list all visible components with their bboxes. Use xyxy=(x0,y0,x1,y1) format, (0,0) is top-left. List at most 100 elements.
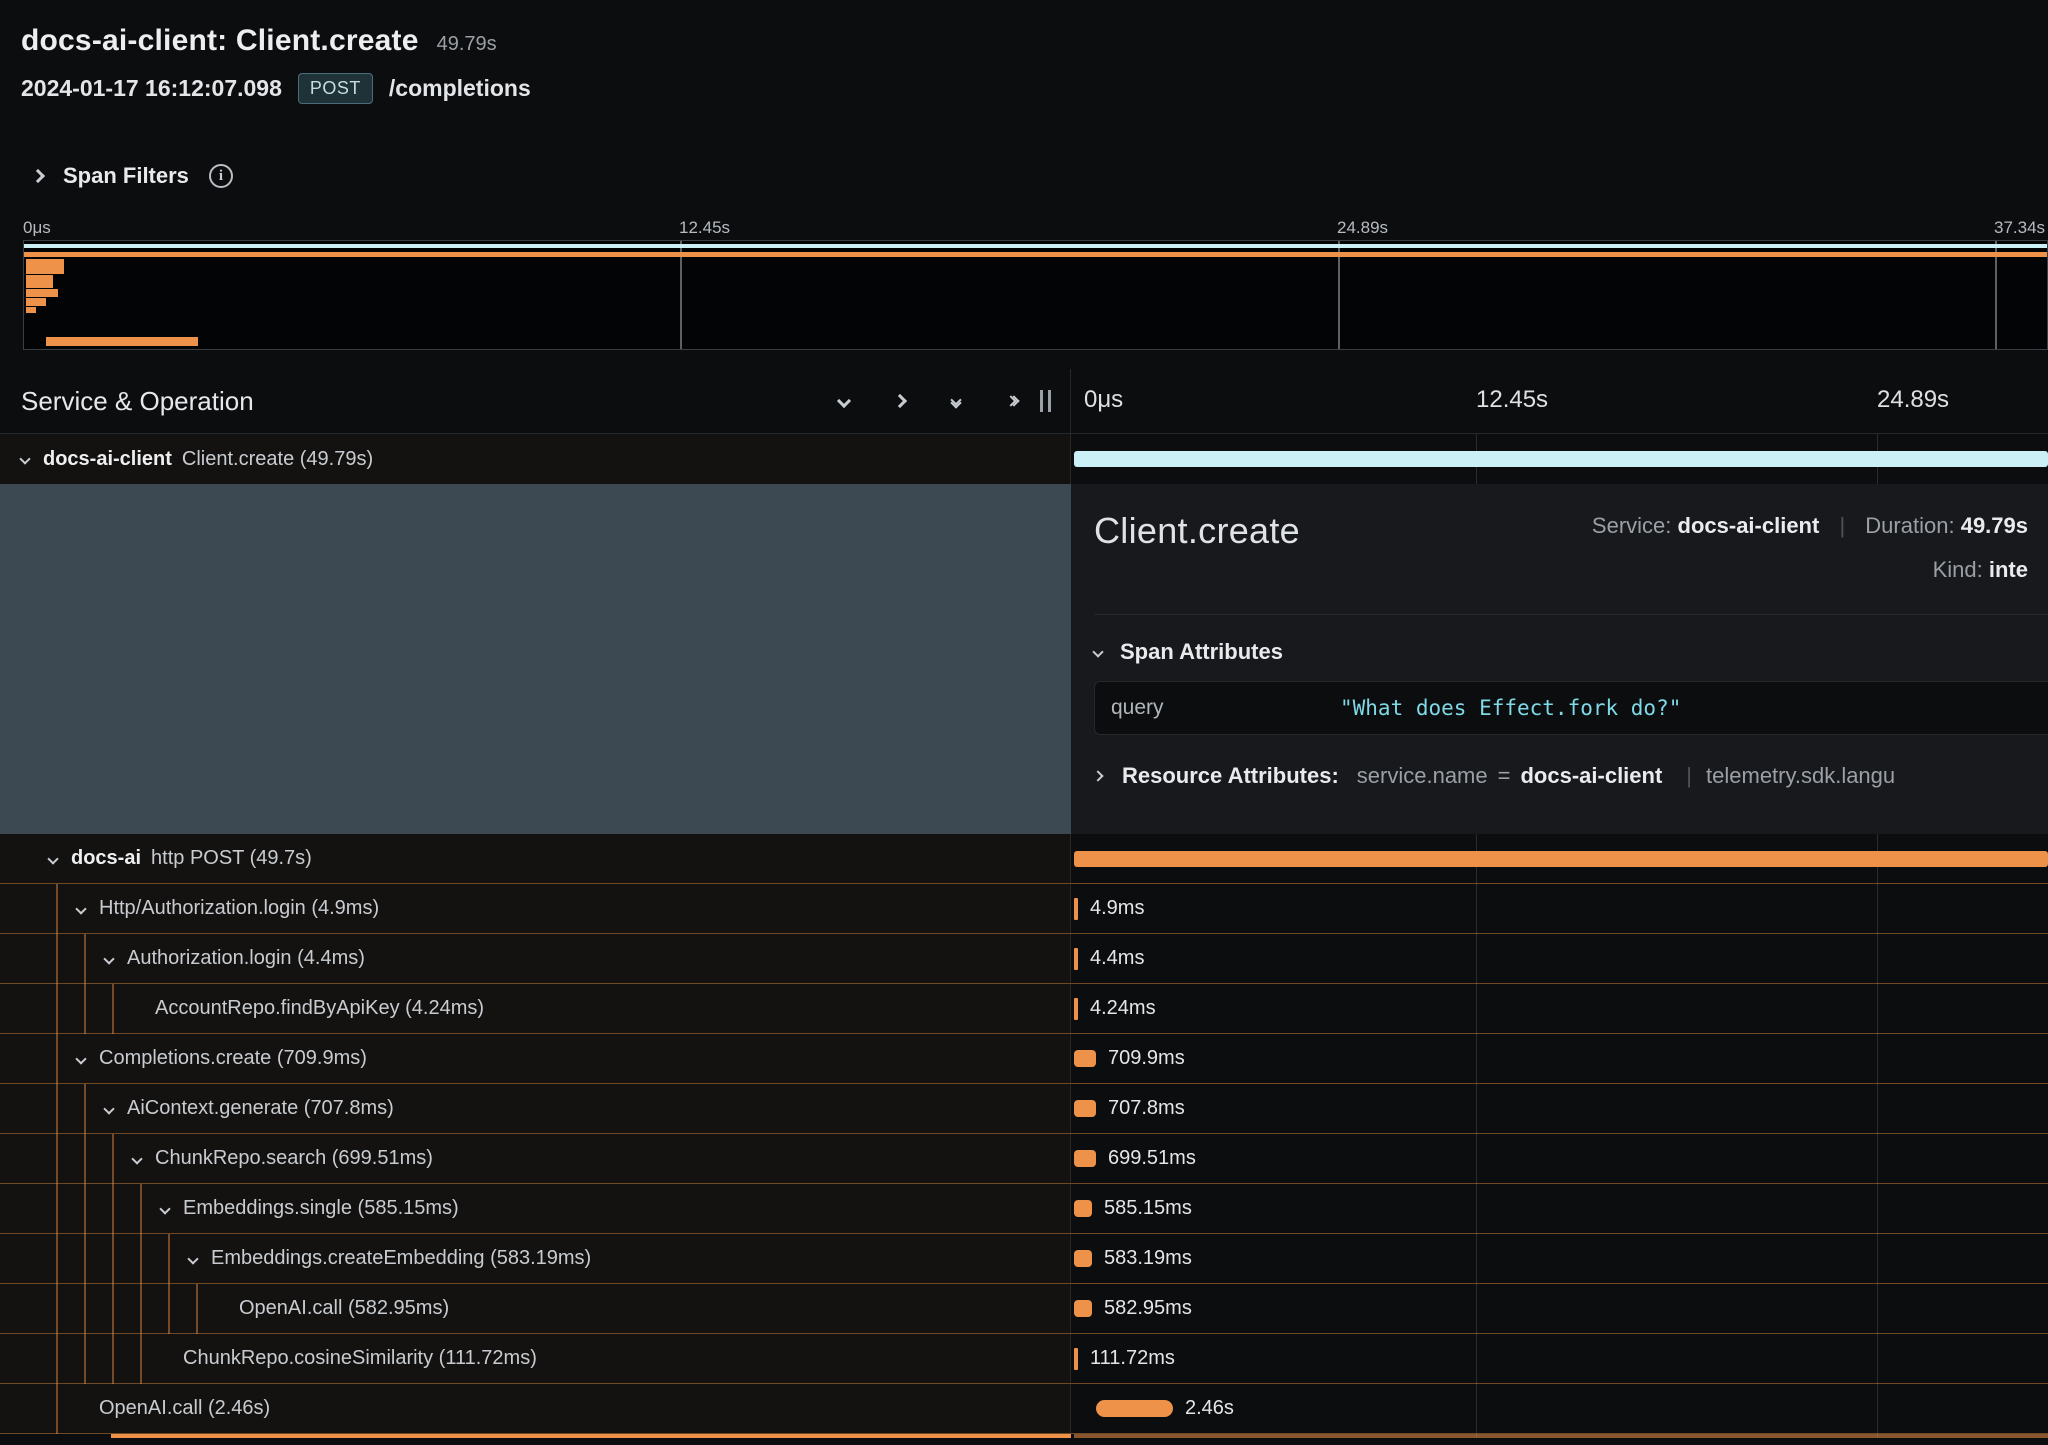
span-operation: OpenAI.call (2.46s) xyxy=(99,1397,270,1420)
chevron-down-icon[interactable] xyxy=(159,1203,170,1214)
span-row[interactable]: ChunkRepo.search (699.51ms) 699.51ms xyxy=(0,1134,2048,1184)
info-icon[interactable]: i xyxy=(209,164,233,188)
span-bar[interactable] xyxy=(1074,1348,1078,1370)
collapse-one-button[interactable] xyxy=(828,385,860,417)
minimap-ruler: 0μs 12.45s 24.89s 37.34s xyxy=(23,218,2048,240)
attribute-row: query "What does Effect.fork do?" xyxy=(1094,681,2048,735)
span-row[interactable]: OpenAI.call (582.95ms) 582.95ms xyxy=(0,1284,2048,1334)
span-bar[interactable] xyxy=(1074,451,2048,467)
ruler-tick: 24.89s xyxy=(1877,386,1949,414)
span-operation: OpenAI.call (582.95ms) xyxy=(239,1297,449,1320)
chevron-down-icon[interactable] xyxy=(103,1103,114,1114)
minimap-gridline xyxy=(1995,241,1997,349)
chevron-down-icon[interactable] xyxy=(19,453,30,464)
chevron-down-icon xyxy=(837,394,851,408)
kind-value: inte xyxy=(1989,557,2028,582)
span-operation: ChunkRepo.search (699.51ms) xyxy=(155,1147,433,1170)
span-service: docs-ai xyxy=(71,847,141,870)
span-duration: 707.8ms xyxy=(1108,1097,1185,1120)
chevron-down-icon[interactable] xyxy=(47,853,58,864)
span-bar[interactable] xyxy=(1074,948,1078,970)
span-row[interactable]: Authorization.login (4.4ms) 4.4ms xyxy=(0,934,2048,984)
span-row-http-post[interactable]: docs-ai http POST (49.7s) xyxy=(0,834,2048,884)
expand-one-button[interactable] xyxy=(884,385,916,417)
chevron-down-icon[interactable] xyxy=(103,953,114,964)
span-operation: ChunkRepo.cosineSimilarity (111.72ms) xyxy=(183,1347,537,1370)
span-operation: Http/Authorization.login (4.9ms) xyxy=(99,897,379,920)
span-duration: 709.9ms xyxy=(1108,1047,1185,1070)
minimap-tick: 24.89s xyxy=(1337,218,1388,238)
timeline-ruler: 0μs 12.45s 24.89s xyxy=(1071,369,2048,433)
resource-more: telemetry.sdk.langu xyxy=(1706,763,1895,789)
duration-label: Duration: xyxy=(1865,513,1954,538)
span-bar[interactable] xyxy=(1074,1300,1092,1317)
span-duration: 4.4ms xyxy=(1090,947,1144,970)
span-row-client-create[interactable]: docs-ai-client Client.create (49.79s) xyxy=(0,434,2048,484)
span-row[interactable]: Embeddings.single (585.15ms) 585.15ms xyxy=(0,1184,2048,1234)
resource-equals: = xyxy=(1498,763,1511,789)
span-bar xyxy=(111,1434,1071,1438)
expand-all-button[interactable] xyxy=(996,385,1028,417)
detail-span-title: Client.create xyxy=(1094,510,1300,592)
double-chevron-down-icon xyxy=(952,396,960,407)
chevron-right-icon xyxy=(893,394,907,408)
span-bar[interactable] xyxy=(1096,1400,1173,1417)
trace-header: docs-ai-client: Client.create 49.79s 202… xyxy=(0,0,2048,104)
resource-attributes-section[interactable]: Resource Attributes: service.name = docs… xyxy=(1094,763,2048,789)
span-bar[interactable] xyxy=(1074,1050,1096,1067)
collapse-all-button[interactable] xyxy=(940,385,972,417)
chevron-down-icon[interactable] xyxy=(75,903,86,914)
chevron-down-icon[interactable] xyxy=(131,1153,142,1164)
minimap-span xyxy=(26,289,58,297)
span-bar[interactable] xyxy=(1074,1200,1092,1217)
span-filters-row[interactable]: Span Filters i xyxy=(0,160,2048,192)
span-attributes-section[interactable]: Span Attributes xyxy=(1094,639,2048,665)
span-bar[interactable] xyxy=(1074,1250,1092,1267)
span-row[interactable]: Http/Authorization.login (4.9ms) 4.9ms xyxy=(0,884,2048,934)
span-bar[interactable] xyxy=(1074,898,1078,920)
span-operation: AccountRepo.findByApiKey (4.24ms) xyxy=(155,997,484,1020)
span-tree: docs-ai-client Client.create (49.79s) Cl… xyxy=(0,434,2048,1438)
span-row[interactable]: AccountRepo.findByApiKey (4.24ms) 4.24ms xyxy=(0,984,2048,1034)
chevron-down-icon[interactable] xyxy=(1092,646,1103,657)
trace-duration: 49.79s xyxy=(437,33,497,56)
meta-divider: | xyxy=(1839,513,1845,538)
minimap-tick: 37.34s xyxy=(1994,218,2045,238)
span-operation: Embeddings.createEmbedding (583.19ms) xyxy=(211,1247,591,1270)
span-row[interactable]: ChunkRepo.cosineSimilarity (111.72ms) 11… xyxy=(0,1334,2048,1384)
span-row[interactable]: OpenAI.call (2.46s) 2.46s xyxy=(0,1384,2048,1434)
span-operation: Completions.create (709.9ms) xyxy=(99,1047,367,1070)
minimap-span xyxy=(26,275,53,288)
span-bar xyxy=(1074,1434,2048,1438)
minimap-canvas[interactable] xyxy=(23,240,2048,350)
span-row[interactable]: Completions.create (709.9ms) 709.9ms xyxy=(0,1034,2048,1084)
minimap-gridline xyxy=(680,241,682,349)
span-row[interactable]: AiContext.generate (707.8ms) 707.8ms xyxy=(0,1084,2048,1134)
span-duration: 4.9ms xyxy=(1090,897,1144,920)
chevron-right-icon[interactable] xyxy=(31,169,45,183)
attribute-value: "What does Effect.fork do?" xyxy=(1340,696,1681,720)
chevron-right-icon[interactable] xyxy=(1092,770,1103,781)
span-duration: 4.24ms xyxy=(1090,997,1156,1020)
span-operation: Authorization.login (4.4ms) xyxy=(127,947,365,970)
http-method-badge: POST xyxy=(298,73,373,104)
trace-viewer: docs-ai-client: Client.create 49.79s 202… xyxy=(0,0,2048,1445)
span-attributes-label: Span Attributes xyxy=(1120,639,1283,665)
chevron-down-icon[interactable] xyxy=(75,1053,86,1064)
panel-resize-handle[interactable] xyxy=(1040,390,1051,412)
chevron-down-icon[interactable] xyxy=(187,1253,198,1264)
span-bar[interactable] xyxy=(1074,1150,1096,1167)
page-title: docs-ai-client: Client.create xyxy=(21,24,419,58)
minimap-span xyxy=(46,337,198,346)
resource-attributes-label: Resource Attributes: xyxy=(1122,763,1339,789)
trace-timestamp: 2024-01-17 16:12:07.098 xyxy=(21,75,282,102)
span-bar[interactable] xyxy=(1074,851,2048,867)
attribute-key: query xyxy=(1111,696,1340,720)
ruler-tick: 12.45s xyxy=(1476,386,1548,414)
kind-label: Kind: xyxy=(1933,557,1983,582)
span-bar[interactable] xyxy=(1074,1100,1096,1117)
resource-key: service.name xyxy=(1357,763,1488,789)
span-bar[interactable] xyxy=(1074,998,1078,1020)
span-duration: 582.95ms xyxy=(1104,1297,1192,1320)
span-row[interactable]: Embeddings.createEmbedding (583.19ms) 58… xyxy=(0,1234,2048,1284)
